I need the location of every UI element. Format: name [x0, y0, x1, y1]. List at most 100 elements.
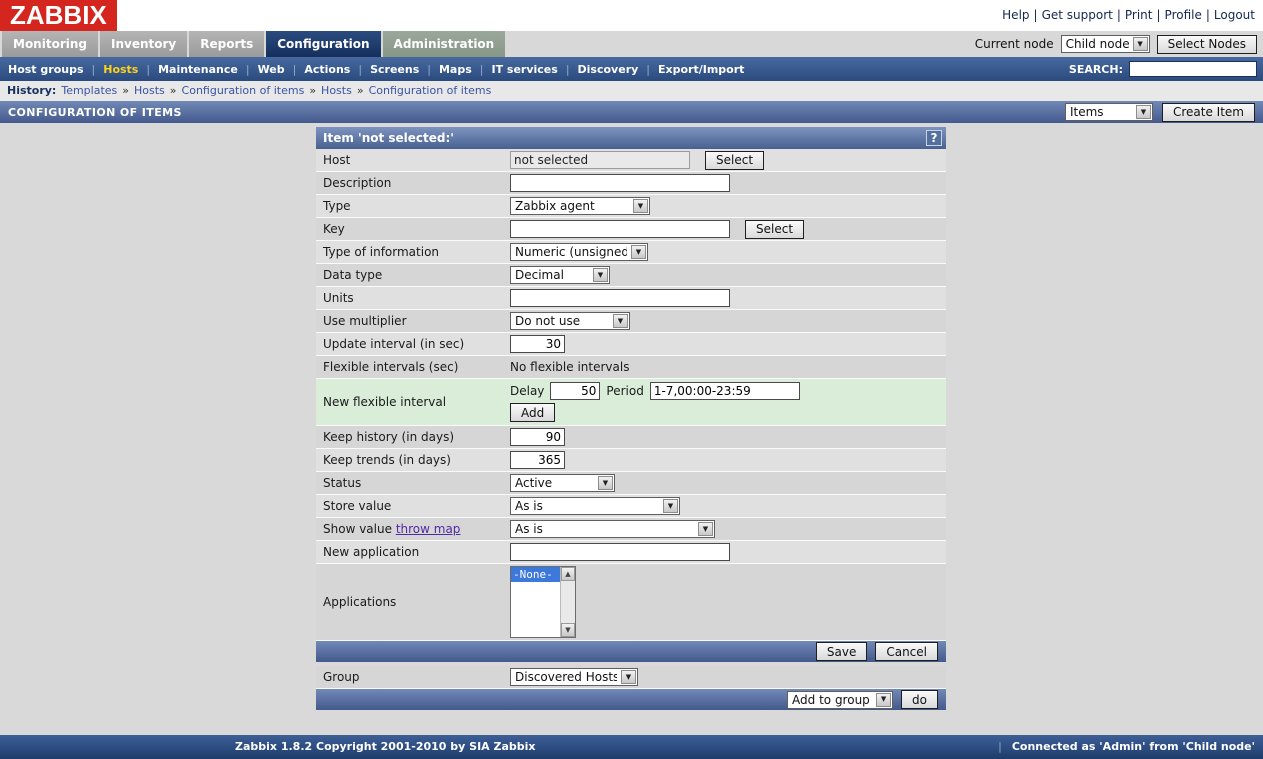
save-button[interactable]: Save [816, 642, 867, 661]
menu-it-services[interactable]: IT services [491, 63, 557, 76]
type-of-information-row: Type of information Numeric (unsigned) ▼ [316, 241, 946, 264]
history-label: History: [7, 84, 56, 97]
store-value-label: Store value [316, 499, 510, 513]
throw-map-link[interactable]: throw map [396, 522, 461, 536]
scrollbar-up-icon[interactable]: ▲ [561, 567, 575, 581]
dropdown-arrow-icon: ▼ [1136, 105, 1151, 119]
store-value-select[interactable]: As is ▼ [510, 497, 680, 515]
new-flexible-interval-label: New flexible interval [316, 395, 510, 409]
search-input[interactable] [1129, 61, 1257, 77]
update-interval-input[interactable] [510, 335, 565, 353]
copyright-text: Zabbix 1.8.2 Copyright 2001-2010 by SIA … [235, 735, 536, 759]
add-flexible-interval-button[interactable]: Add [510, 403, 555, 422]
status-select[interactable]: Active ▼ [510, 474, 615, 492]
update-interval-label: Update interval (in sec) [316, 337, 510, 351]
dropdown-arrow-icon: ▼ [698, 522, 713, 536]
tab-reports[interactable]: Reports [189, 31, 264, 57]
keep-history-label: Keep history (in days) [316, 430, 510, 444]
dropdown-arrow-icon: ▼ [876, 693, 891, 707]
keep-history-input[interactable] [510, 428, 565, 446]
units-label: Units [316, 291, 510, 305]
logout-link[interactable]: Logout [1214, 8, 1255, 22]
tab-configuration[interactable]: Configuration [266, 31, 380, 57]
type-of-information-select[interactable]: Numeric (unsigned) ▼ [510, 243, 648, 261]
menu-screens[interactable]: Screens [370, 63, 419, 76]
description-input[interactable] [510, 174, 730, 192]
delay-input[interactable] [550, 382, 600, 400]
new-flexible-interval-row: New flexible interval Delay Period Add [316, 379, 946, 426]
data-type-select[interactable]: Decimal ▼ [510, 266, 610, 284]
keep-trends-label: Keep trends (in days) [316, 453, 510, 467]
profile-link[interactable]: Profile [1165, 8, 1214, 22]
get-support-link[interactable]: Get support [1042, 8, 1125, 22]
group-select[interactable]: Discovered Hosts ▼ [510, 668, 638, 686]
top-header: ZABBIX HelpGet supportPrintProfileLogout [0, 0, 1263, 31]
current-node-select[interactable]: Child node ▼ [1061, 35, 1150, 53]
history-link-config-items-1[interactable]: Configuration of items [182, 84, 305, 97]
history-link-templates[interactable]: Templates [61, 84, 117, 97]
menu-actions[interactable]: Actions [304, 63, 350, 76]
keep-trends-input[interactable] [510, 451, 565, 469]
data-type-label: Data type [316, 268, 510, 282]
status-row: Status Active ▼ [316, 472, 946, 495]
menu-host-groups[interactable]: Host groups [8, 63, 84, 76]
view-select[interactable]: Items ▼ [1065, 103, 1153, 121]
group-label: Group [316, 670, 510, 684]
menu-discovery[interactable]: Discovery [578, 63, 639, 76]
type-select[interactable]: Zabbix agent ▼ [510, 197, 650, 215]
type-label: Type [316, 199, 510, 213]
create-item-button[interactable]: Create Item [1162, 103, 1255, 122]
tab-administration[interactable]: Administration [383, 31, 506, 57]
menu-maintenance[interactable]: Maintenance [158, 63, 238, 76]
use-multiplier-row: Use multiplier Do not use ▼ [316, 310, 946, 333]
applications-scrollbar[interactable]: ▲ ▼ [560, 567, 575, 637]
group-row: Group Discovered Hosts ▼ [316, 666, 946, 689]
add-to-group-select[interactable]: Add to group ▼ [787, 691, 893, 709]
menu-web[interactable]: Web [258, 63, 285, 76]
dropdown-arrow-icon: ▼ [633, 199, 648, 213]
menu-export-import[interactable]: Export/Import [658, 63, 744, 76]
units-input[interactable] [510, 289, 730, 307]
tab-inventory[interactable]: Inventory [100, 31, 187, 57]
form-title-bar: Item 'not selected:' ? [316, 127, 946, 149]
print-link[interactable]: Print [1125, 8, 1165, 22]
new-application-label: New application [316, 545, 510, 559]
show-value-label: Show value throw map [316, 522, 510, 536]
new-application-input[interactable] [510, 543, 730, 561]
item-form: Item 'not selected:' ? Host Select Descr… [316, 127, 946, 710]
search-label: SEARCH: [1069, 63, 1123, 76]
use-multiplier-select[interactable]: Do not use ▼ [510, 312, 630, 330]
zabbix-logo[interactable]: ZABBIX [0, 0, 117, 31]
delay-label: Delay [510, 384, 544, 398]
key-select-button[interactable]: Select [745, 220, 804, 239]
group-action-bar: Add to group ▼ do [316, 689, 946, 710]
new-application-row: New application [316, 541, 946, 564]
select-nodes-button[interactable]: Select Nodes [1157, 35, 1257, 54]
history-link-hosts-2[interactable]: Hosts [321, 84, 352, 97]
applications-listbox[interactable]: -None- ▲ ▼ [510, 566, 576, 638]
tab-monitoring[interactable]: Monitoring [2, 31, 98, 57]
history-link-config-items-2[interactable]: Configuration of items [369, 84, 492, 97]
keep-history-row: Keep history (in days) [316, 426, 946, 449]
dropdown-arrow-icon: ▼ [663, 499, 678, 513]
show-value-select[interactable]: As is ▼ [510, 520, 715, 538]
history-link-hosts-1[interactable]: Hosts [134, 84, 165, 97]
host-input[interactable] [510, 151, 690, 169]
menu-hosts[interactable]: Hosts [103, 63, 138, 76]
menu-bar: Host groups| Hosts| Maintenance| Web| Ac… [0, 57, 1263, 81]
dropdown-arrow-icon: ▼ [593, 268, 608, 282]
host-select-button[interactable]: Select [705, 151, 764, 170]
help-icon[interactable]: ? [926, 130, 942, 146]
description-label: Description [316, 176, 510, 190]
cancel-button[interactable]: Cancel [875, 642, 938, 661]
menu-maps[interactable]: Maps [439, 63, 472, 76]
scrollbar-down-icon[interactable]: ▼ [561, 623, 575, 637]
help-link[interactable]: Help [1002, 8, 1041, 22]
section-title-bar: CONFIGURATION OF ITEMS Items ▼ Create It… [0, 101, 1263, 123]
applications-option-none[interactable]: -None- [511, 567, 560, 582]
do-button[interactable]: do [901, 690, 938, 709]
update-interval-row: Update interval (in sec) [316, 333, 946, 356]
key-input[interactable] [510, 220, 730, 238]
period-input[interactable] [650, 382, 800, 400]
status-label: Status [316, 476, 510, 490]
